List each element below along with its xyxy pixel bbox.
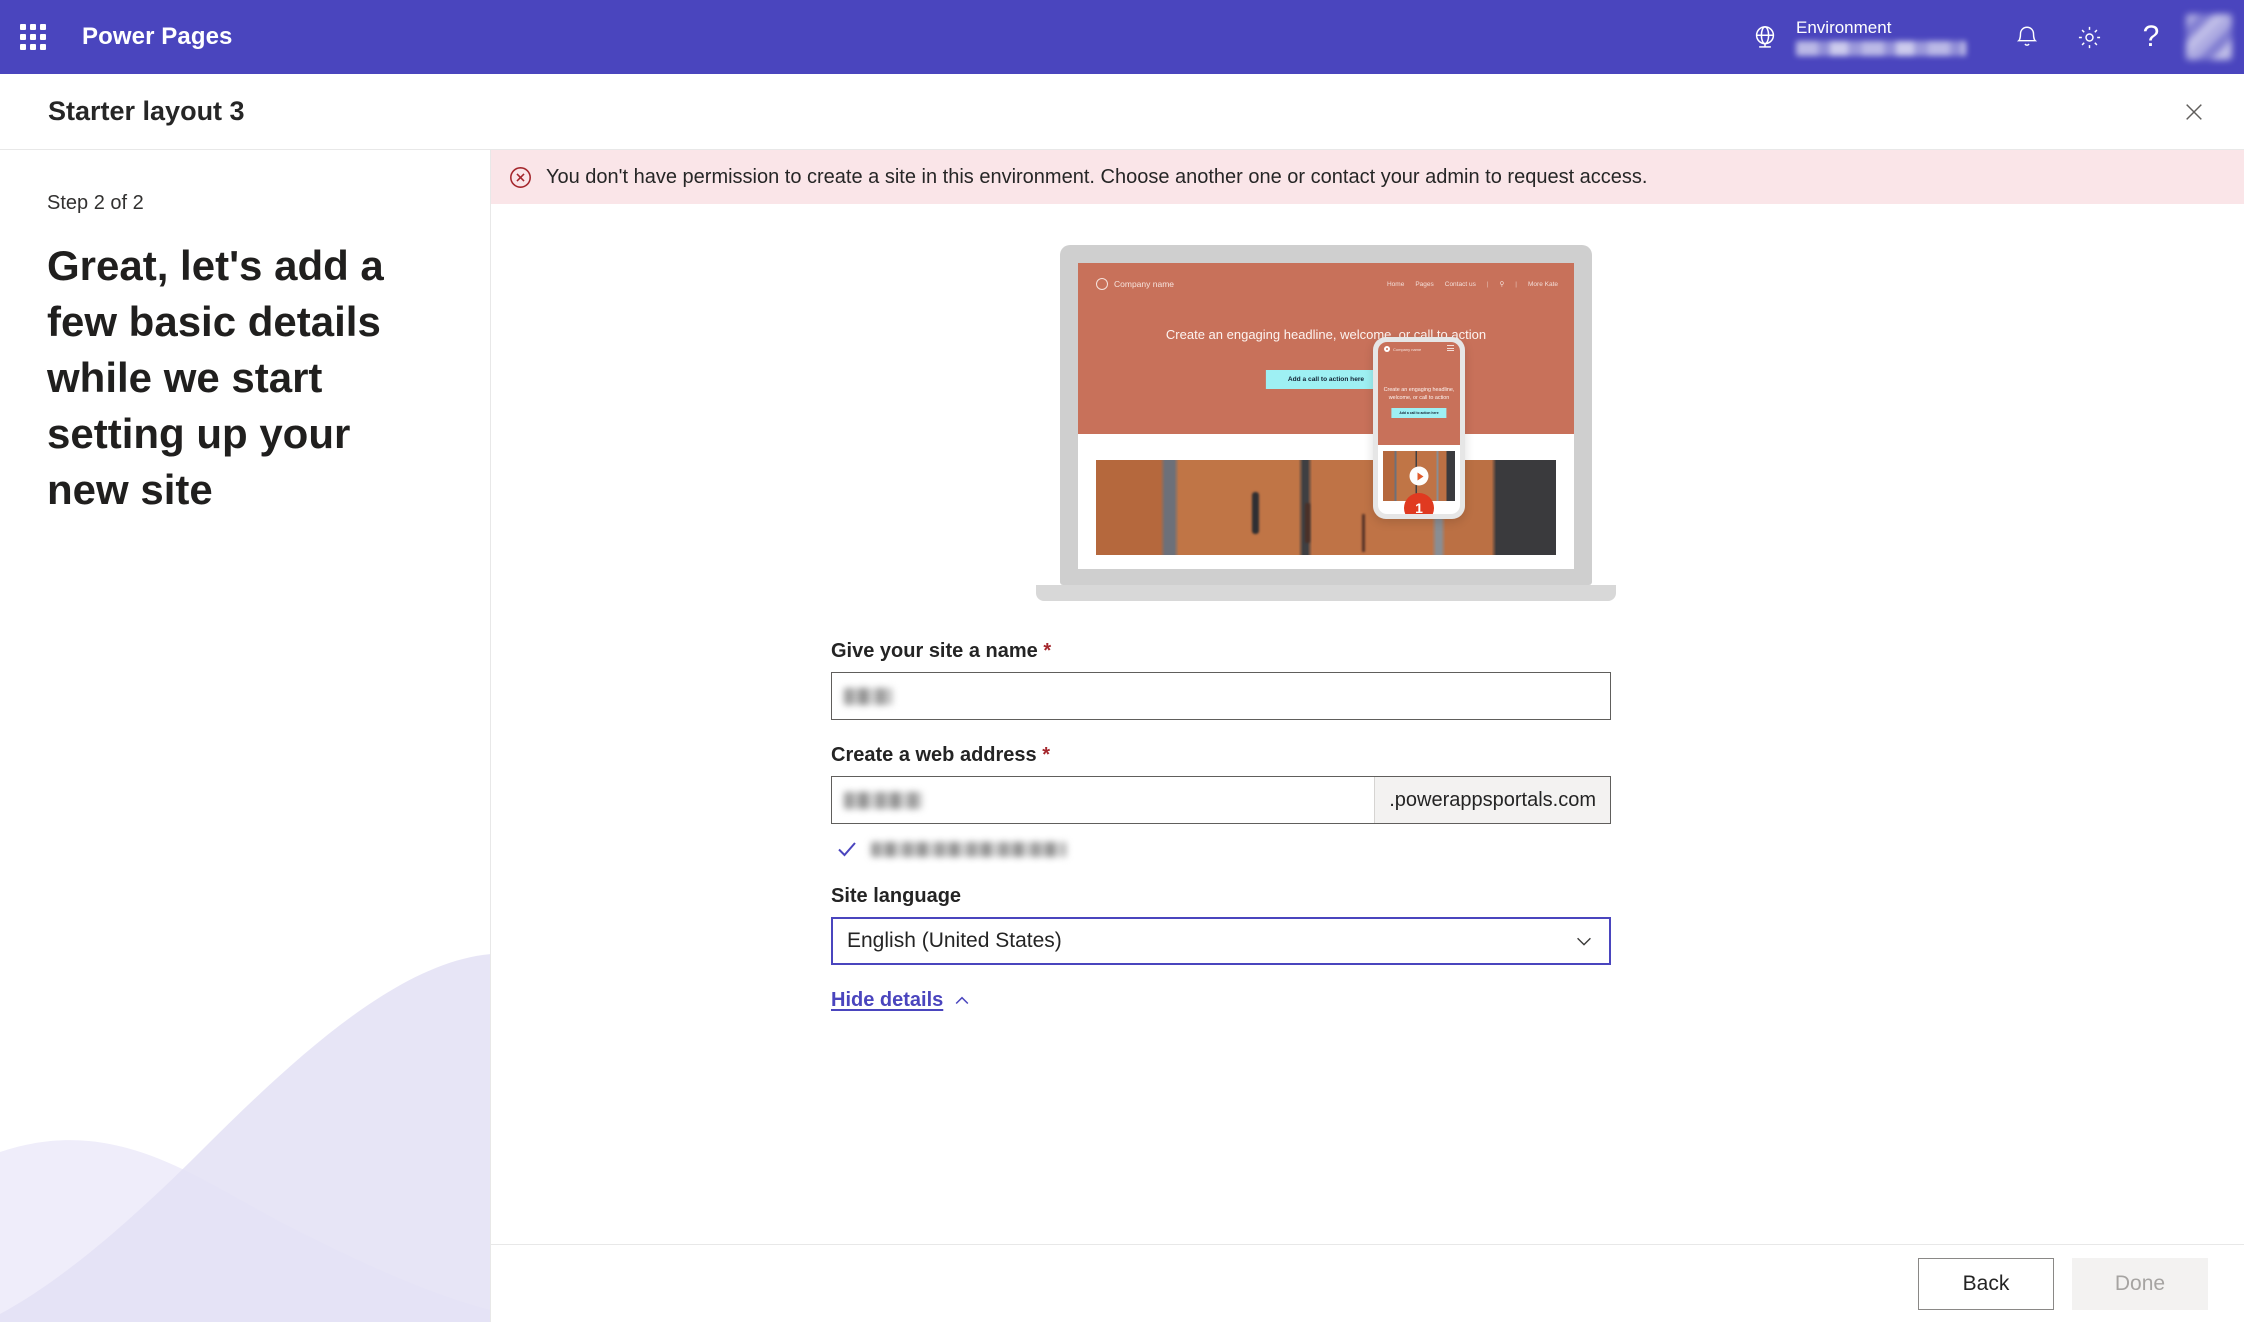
preview-nav-account: More Kate	[1528, 280, 1558, 288]
mobile-preview-frame: Company name Create an engaging headline…	[1373, 337, 1465, 519]
required-marker-2: *	[1042, 744, 1051, 766]
site-language-field-group: Site language English (United States)	[831, 885, 1611, 965]
web-address-label-text: Create a web address	[831, 744, 1037, 766]
preview-nav: Company name Home Pages Contact us | ⚲ |…	[1078, 273, 1574, 295]
error-banner-text: You don't have permission to create a si…	[546, 165, 1648, 188]
decorative-wave-graphic	[0, 954, 490, 1322]
web-address-field-group: Create a web address * .powerappsportals…	[831, 744, 1611, 861]
web-address-value-redacted	[844, 791, 922, 809]
gear-icon[interactable]	[2058, 0, 2120, 74]
play-icon	[1409, 466, 1429, 486]
hide-details-toggle[interactable]: Hide details	[831, 989, 972, 1012]
preview-brand: Company name	[1096, 278, 1174, 290]
site-name-label: Give your site a name *	[831, 640, 1611, 663]
web-address-validation-text-redacted	[871, 841, 1066, 857]
mobile-preview-hero: Company name Create an engaging headline…	[1378, 342, 1460, 445]
web-address-input[interactable]	[832, 777, 1374, 823]
user-avatar[interactable]	[2186, 14, 2232, 60]
web-address-row: .powerappsportals.com	[831, 776, 1611, 824]
side-panel: Step 2 of 2 Great, let's add a few basic…	[0, 150, 491, 1322]
suite-bar-right: Environment ?	[1742, 0, 2244, 74]
preview-nav-divider-2: |	[1515, 280, 1517, 288]
checkmark-icon	[838, 842, 856, 857]
chevron-up-icon	[955, 996, 969, 1004]
hamburger-menu-icon	[1447, 345, 1454, 352]
site-language-label: Site language	[831, 885, 962, 907]
globe-icon[interactable]	[1742, 23, 1788, 51]
brand-logo-icon	[1096, 278, 1108, 290]
preview-company-name: Company name	[1114, 279, 1175, 289]
environment-label: Environment	[1796, 18, 1892, 37]
mobile-headline: Create an engaging headline, welcome, or…	[1383, 387, 1455, 401]
dialog-footer: Back Done	[491, 1244, 2244, 1322]
mobile-preview-screen: Company name Create an engaging headline…	[1378, 342, 1460, 514]
waffle-grid	[20, 24, 46, 50]
web-address-suffix: .powerappsportals.com	[1374, 777, 1610, 823]
environment-selector[interactable]: Environment	[1796, 18, 1996, 56]
preview-nav-divider: |	[1486, 280, 1489, 288]
preview-media-image	[1096, 460, 1556, 555]
error-banner: You don't have permission to create a si…	[491, 150, 2244, 204]
suite-bar: Power Pages Environment ?	[0, 0, 2244, 74]
laptop-screen: Company name Home Pages Contact us | ⚲ |…	[1078, 263, 1574, 569]
search-icon: ⚲	[1499, 281, 1505, 288]
preview-hero: Company name Home Pages Contact us | ⚲ |…	[1078, 263, 1574, 434]
help-icon[interactable]: ?	[2120, 0, 2182, 74]
app-launcher-waffle-icon[interactable]	[0, 0, 66, 74]
required-marker: *	[1043, 640, 1052, 662]
laptop-frame: Company name Home Pages Contact us | ⚲ |…	[1060, 245, 1592, 585]
site-name-input[interactable]	[831, 672, 1611, 720]
web-address-validation	[831, 837, 1611, 861]
step-indicator: Step 2 of 2	[47, 192, 144, 214]
close-icon[interactable]	[2172, 90, 2216, 134]
page-title: Starter layout 3	[48, 96, 245, 126]
web-address-label: Create a web address *	[831, 744, 1611, 767]
question-mark-glyph: ?	[2142, 20, 2160, 53]
site-details-form: Give your site a name * Create a web add…	[831, 640, 1611, 1012]
site-name-label-text: Give your site a name	[831, 640, 1038, 662]
mobile-cta-button: Add a call to action here	[1391, 408, 1447, 418]
preview-white-band	[1078, 434, 1574, 460]
preview-nav-home: Home	[1386, 280, 1405, 288]
preview-nav-links: Home Pages Contact us | ⚲ | More Kate	[1386, 280, 1558, 289]
mobile-company-name: Company name	[1393, 346, 1422, 352]
preview-headline: Create an engaging headline, welcome, or…	[1165, 327, 1487, 342]
error-circle-x-icon	[506, 163, 534, 191]
hide-details-label: Hide details	[831, 989, 944, 1011]
dialog-header: Starter layout 3	[0, 74, 2244, 150]
site-name-field-group: Give your site a name *	[831, 640, 1611, 720]
preview-nav-contact: Contact us	[1444, 280, 1476, 288]
done-button[interactable]: Done	[2072, 1257, 2208, 1310]
environment-value-redacted	[1796, 41, 1966, 56]
preview-cta-button: Add a call to action here	[1265, 370, 1387, 389]
side-panel-heading: Great, let's add a few basic details whi…	[47, 242, 384, 513]
mobile-brand-logo-icon	[1384, 346, 1390, 352]
preview-nav-pages: Pages	[1415, 280, 1434, 288]
back-button[interactable]: Back	[1918, 1257, 2054, 1310]
laptop-base	[1036, 585, 1616, 601]
chevron-down-icon	[1577, 937, 1591, 946]
template-preview: Company name Home Pages Contact us | ⚲ |…	[1036, 245, 1656, 635]
mobile-preview-nav: Company name	[1378, 342, 1460, 356]
bell-icon[interactable]	[1996, 0, 2058, 74]
main-content: You don't have permission to create a si…	[491, 150, 2244, 1244]
app-title: Power Pages	[82, 23, 233, 50]
site-name-value-redacted	[844, 687, 892, 705]
site-language-dropdown[interactable]: English (United States)	[831, 917, 1611, 965]
site-language-value: English (United States)	[847, 929, 1062, 952]
